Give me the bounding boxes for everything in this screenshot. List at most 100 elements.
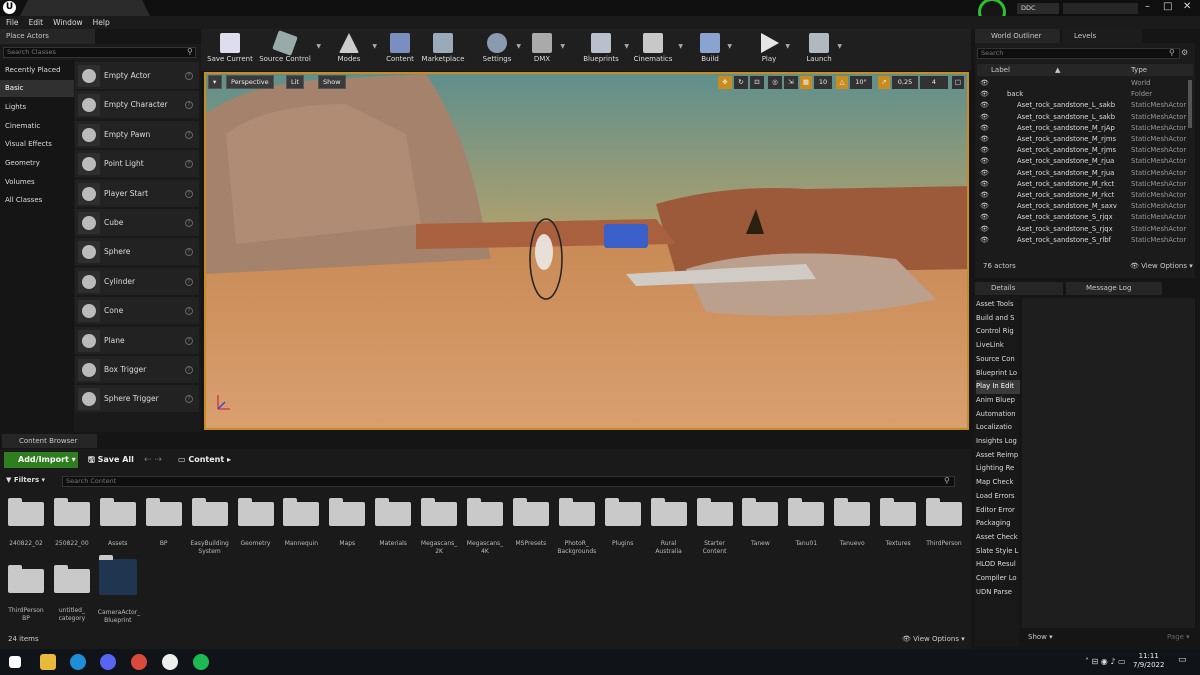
actor-item[interactable]: Empty Character? bbox=[75, 91, 199, 120]
log-category-item[interactable]: Control Rig bbox=[976, 325, 1020, 339]
help-icon[interactable]: ? bbox=[185, 219, 193, 227]
actor-item[interactable]: Box Trigger? bbox=[75, 356, 199, 384]
content-folder[interactable]: MSPresets bbox=[511, 498, 551, 548]
outliner-row[interactable]: 👁 Aset_rock_sandstone_L_sakb StaticMeshAct… bbox=[977, 112, 1187, 123]
taskbar-clock[interactable]: 11:11 7/9/2022 bbox=[1133, 652, 1164, 670]
log-category-item[interactable]: Map Check bbox=[976, 476, 1020, 490]
visibility-eye-icon[interactable]: 👁 bbox=[980, 134, 989, 145]
minimize-icon[interactable]: – bbox=[1145, 0, 1150, 14]
save-all-button[interactable]: 🖫 Save All bbox=[88, 452, 134, 468]
visibility-eye-icon[interactable]: 👁 bbox=[980, 100, 989, 111]
grid-snap-icon[interactable]: ▦ bbox=[800, 76, 812, 89]
visibility-eye-icon[interactable]: 👁 bbox=[980, 235, 989, 246]
log-category-item[interactable]: HLOD Resul bbox=[976, 558, 1020, 572]
discord-icon[interactable] bbox=[100, 654, 116, 670]
rotate-icon[interactable]: ↻ bbox=[734, 76, 748, 89]
category-visual-effects[interactable]: Visual Effects bbox=[0, 136, 74, 153]
scale-icon[interactable]: ⊡ bbox=[750, 76, 764, 89]
content-folder[interactable]: BP bbox=[144, 498, 184, 548]
content-browser-tab[interactable]: Content Browser bbox=[2, 434, 97, 448]
menu-window[interactable]: Window bbox=[53, 18, 83, 27]
category-recently-placed[interactable]: Recently Placed bbox=[0, 62, 74, 79]
world-outliner-tab[interactable]: World Outliner bbox=[975, 29, 1060, 43]
breadcrumb[interactable]: ▭ Content ▸ bbox=[178, 452, 231, 468]
category-basic[interactable]: Basic bbox=[0, 80, 74, 97]
type-column-header[interactable]: Type bbox=[1131, 64, 1147, 76]
actor-item[interactable]: Sphere Trigger? bbox=[75, 385, 199, 414]
system-tray-icons[interactable]: ˄ ⊟ ◉ ♪ ▭ bbox=[1085, 657, 1126, 666]
close-icon[interactable]: ✕ bbox=[1183, 0, 1191, 14]
category-cinematic[interactable]: Cinematic bbox=[0, 118, 74, 135]
help-icon[interactable]: ? bbox=[185, 277, 193, 286]
scale-snap-icon[interactable]: ↗ bbox=[878, 76, 890, 89]
outliner-row[interactable]: 👁 Aset_rock_sandstone_S_rjqx StaticMeshAct… bbox=[977, 212, 1187, 223]
log-category-item[interactable]: Build and S bbox=[976, 312, 1020, 326]
history-nav[interactable]: ⇠ ⇢ bbox=[144, 452, 162, 468]
maximize-viewport-icon[interactable]: □ bbox=[952, 76, 964, 89]
menu-help[interactable]: Help bbox=[93, 18, 110, 27]
outliner-scrollbar[interactable] bbox=[1188, 80, 1192, 128]
log-category-item[interactable]: Asset Check bbox=[976, 531, 1020, 545]
content-folder[interactable]: 240822_02 bbox=[6, 498, 46, 548]
visibility-eye-icon[interactable]: 👁 bbox=[980, 224, 989, 235]
content-search-input[interactable]: Search Content bbox=[62, 476, 955, 487]
spotify-icon[interactable] bbox=[193, 654, 209, 670]
log-show-button[interactable]: Show ▾ bbox=[1028, 633, 1053, 641]
content-folder[interactable]: Tanu01 bbox=[786, 498, 826, 548]
help-icon[interactable]: ? bbox=[185, 72, 193, 80]
outliner-row[interactable]: 👁 Aset_rock_sandstone_S_rlbf StaticMeshAct… bbox=[977, 235, 1187, 246]
levels-tab[interactable]: Levels bbox=[1062, 29, 1142, 43]
outliner-row[interactable]: 👁 Aset_rock_sandstone_M_saxv StaticMeshAct… bbox=[977, 201, 1187, 212]
log-category-item[interactable]: Source Con bbox=[976, 353, 1020, 367]
log-category-item[interactable]: Asset Tools bbox=[976, 298, 1020, 312]
build-button[interactable]: Build ▼ bbox=[696, 29, 732, 71]
outliner-row[interactable]: 👁 Aset_rock_sandstone_M_rkct StaticMeshAct… bbox=[977, 179, 1187, 190]
log-category-item[interactable]: Slate Style L bbox=[976, 545, 1020, 559]
content-folder[interactable]: CameraActor_ Blueprint bbox=[98, 555, 140, 624]
content-folder[interactable]: Megascans_ 2K bbox=[419, 498, 459, 555]
surface-snap-icon[interactable]: ⇲ bbox=[784, 76, 798, 89]
translate-icon[interactable]: ✥ bbox=[718, 76, 732, 89]
source-control-button[interactable]: Source Control ▼ bbox=[257, 29, 321, 71]
search-classes-input[interactable]: Search Classes bbox=[3, 47, 196, 58]
outliner-row[interactable]: 👁 Aset_rock_sandstone_L_sakb StaticMeshAct… bbox=[977, 100, 1187, 111]
help-icon[interactable]: ? bbox=[185, 366, 193, 374]
blueprints-button[interactable]: Blueprints ▼ bbox=[581, 29, 629, 71]
log-category-item[interactable]: Insights Log bbox=[976, 435, 1020, 449]
log-category-item[interactable]: Lighting Re bbox=[976, 462, 1020, 476]
content-folder[interactable]: Starter Content bbox=[695, 498, 735, 555]
content-folder[interactable]: ThirdPerson BP bbox=[6, 565, 46, 622]
content-folder[interactable]: Geometry bbox=[236, 498, 276, 548]
content-button[interactable]: Content bbox=[384, 29, 416, 71]
outliner-search-input[interactable]: Search bbox=[977, 48, 1180, 59]
content-folder[interactable]: Plugins bbox=[603, 498, 643, 548]
help-icon[interactable]: ? bbox=[185, 395, 193, 404]
actor-item[interactable]: Sphere? bbox=[75, 238, 199, 267]
actor-item[interactable]: Plane? bbox=[75, 326, 199, 355]
filters-button[interactable]: ▼ Filters ▾ bbox=[6, 476, 45, 484]
save-current-button[interactable]: Save Current bbox=[206, 29, 254, 71]
outliner-row[interactable]: 👁 World bbox=[977, 78, 1187, 89]
actor-item[interactable]: Cube? bbox=[75, 209, 199, 237]
outliner-row[interactable]: 👁 Aset_rock_sandstone_M_rjua StaticMeshAct… bbox=[977, 156, 1187, 167]
outliner-view-options[interactable]: 👁 View Options ▾ bbox=[1130, 262, 1193, 270]
outliner-row[interactable]: 👁 Aset_rock_sandstone_M_rjAp StaticMeshAct… bbox=[977, 123, 1187, 134]
details-tab[interactable]: Details bbox=[975, 282, 1063, 295]
content-folder[interactable]: Materials bbox=[373, 498, 413, 548]
content-folder[interactable]: ThirdPerson bbox=[924, 498, 964, 548]
level-tab[interactable] bbox=[20, 0, 150, 16]
windows-start-icon[interactable] bbox=[9, 656, 21, 668]
settings-icon[interactable]: ⚙ bbox=[1181, 48, 1188, 57]
log-category-item[interactable]: Play In Edit bbox=[976, 380, 1020, 394]
content-folder[interactable]: Tanuevo bbox=[832, 498, 872, 548]
place-actors-tab[interactable]: Place Actors bbox=[0, 29, 95, 44]
menu-file[interactable]: File bbox=[6, 18, 19, 27]
modes-button[interactable]: Modes ▼ bbox=[329, 29, 377, 71]
cinematics-button[interactable]: Cinematics ▼ bbox=[631, 29, 683, 71]
level-viewport[interactable] bbox=[204, 72, 969, 430]
lit-button[interactable]: Lit bbox=[286, 75, 304, 89]
actor-item[interactable]: Empty Actor? bbox=[75, 62, 199, 90]
content-folder[interactable]: Tanew bbox=[740, 498, 780, 548]
visibility-eye-icon[interactable]: 👁 bbox=[980, 123, 989, 134]
visibility-eye-icon[interactable]: 👁 bbox=[980, 78, 989, 89]
